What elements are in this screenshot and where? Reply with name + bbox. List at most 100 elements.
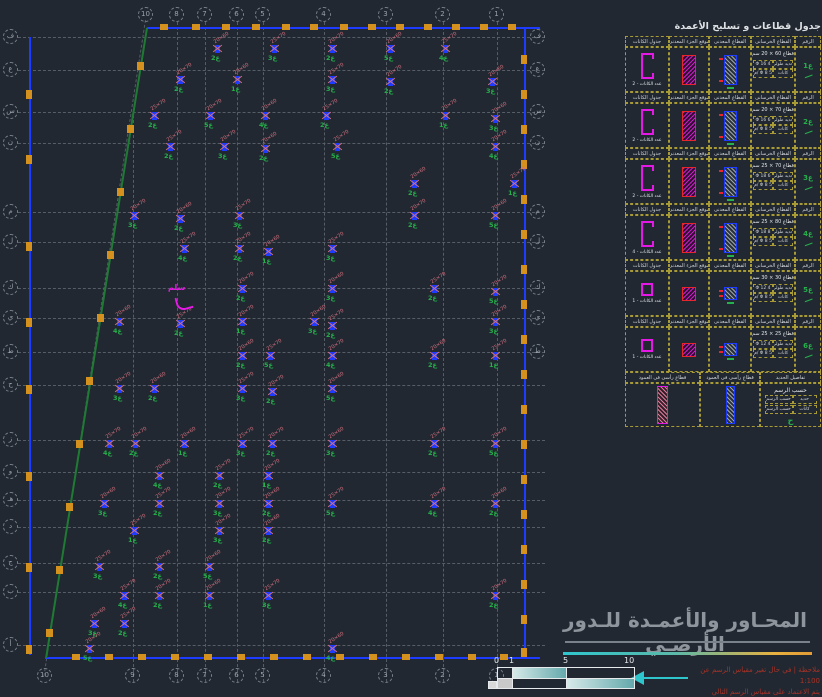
schedule-steel-location-cell[interactable] <box>669 271 709 316</box>
schedule-steel-section-cell[interactable] <box>709 271 751 316</box>
grid-bubble-right[interactable]: ي <box>530 310 545 325</box>
grid-bubble-top[interactable]: 5 <box>255 7 270 22</box>
boundary-column[interactable] <box>369 654 377 660</box>
grid-bubble-top[interactable]: 1 <box>489 7 504 22</box>
boundary-column[interactable] <box>138 654 146 660</box>
graphic-scale-bar[interactable] <box>497 667 635 689</box>
grid-bubble-top[interactable]: 6 <box>229 7 244 22</box>
grid-bubble-top[interactable]: 4 <box>316 7 331 22</box>
grid-bubble-right[interactable]: ف <box>530 29 545 44</box>
boundary-column[interactable] <box>127 125 134 133</box>
grid-bubble-left[interactable]: د <box>3 519 18 534</box>
schedule-steel-section-cell[interactable] <box>709 103 751 148</box>
special-concrete-elevation-cell[interactable] <box>625 383 700 427</box>
boundary-column[interactable] <box>521 370 527 379</box>
schedule-id-cell[interactable]: ع3 <box>795 159 821 204</box>
boundary-column[interactable] <box>500 654 508 660</box>
grid-bubble-bottom[interactable]: 8 <box>169 668 184 683</box>
grid-bubble-bottom[interactable]: 4 <box>316 668 331 683</box>
boundary-column[interactable] <box>521 545 527 554</box>
boundary-column[interactable] <box>26 645 32 654</box>
boundary-column[interactable] <box>368 24 376 30</box>
grid-bubble-left[interactable]: ع <box>3 62 18 77</box>
grid-bubble-right[interactable]: ك <box>530 280 545 295</box>
grid-bubble-left[interactable]: ز <box>3 432 18 447</box>
boundary-column[interactable] <box>310 24 318 30</box>
schedule-id-cell[interactable]: ع4 <box>795 215 821 260</box>
boundary-column[interactable] <box>521 230 527 239</box>
boundary-column[interactable] <box>26 472 32 481</box>
boundary-column[interactable] <box>237 654 245 660</box>
boundary-column[interactable] <box>26 90 32 99</box>
grid-bubble-left[interactable]: ك <box>3 280 18 295</box>
boundary-column[interactable] <box>340 24 348 30</box>
schedule-section-text-cell[interactable]: قطاع 70 × 20 سم حديد طولى 6 Φ 16 كانات 5 Φ 8… <box>751 103 795 148</box>
boundary-column[interactable] <box>137 62 144 70</box>
grid-bubble-bottom[interactable]: 6 <box>229 668 244 683</box>
special-steel-elevation-cell[interactable] <box>700 383 760 427</box>
grid-bubble-left[interactable]: ل <box>3 234 18 249</box>
grid-bubble-top[interactable]: 8 <box>169 7 184 22</box>
schedule-stirrup-cell[interactable]: عدد الكانات - 2 <box>625 47 669 92</box>
schedule-steel-location-cell[interactable] <box>669 327 709 372</box>
grid-bubble-bottom[interactable]: 5 <box>255 668 270 683</box>
schedule-section-text-cell[interactable]: قطاع 30 × 30 سم حديد طولى 4 Φ 12 كانات 5 Φ 8… <box>751 271 795 316</box>
boundary-column[interactable] <box>72 654 80 660</box>
boundary-column[interactable] <box>222 24 230 30</box>
grid-bubble-right[interactable]: س <box>530 104 545 119</box>
grid-bubble-top[interactable]: 2 <box>435 7 450 22</box>
boundary-column[interactable] <box>468 654 476 660</box>
boundary-column[interactable] <box>26 385 32 394</box>
boundary-column[interactable] <box>521 265 527 274</box>
grid-bubble-right[interactable]: ل <box>530 234 545 249</box>
grid-bubble-left[interactable]: و <box>3 464 18 479</box>
schedule-section-text-cell[interactable]: قطاع 25 × 25 سم حديد طولى 4 Φ 12 كانات 5 Φ 8… <box>751 327 795 372</box>
grid-bubble-left[interactable]: ب <box>3 584 18 599</box>
boundary-column[interactable] <box>521 615 527 624</box>
schedule-id-cell[interactable]: ع6 <box>795 327 821 372</box>
grid-bubble-bottom[interactable]: 10 <box>37 668 52 683</box>
boundary-column[interactable] <box>303 654 311 660</box>
schedule-stirrup-cell[interactable]: عدد الكانات - 1 <box>625 271 669 316</box>
boundary-column[interactable] <box>76 440 83 448</box>
boundary-column[interactable] <box>521 195 527 204</box>
schedule-steel-location-cell[interactable] <box>669 159 709 204</box>
boundary-column[interactable] <box>521 405 527 414</box>
schedule-stirrup-cell[interactable]: عدد الكانات - 2 <box>625 103 669 148</box>
boundary-column[interactable] <box>26 155 32 164</box>
boundary-column[interactable] <box>336 654 344 660</box>
boundary-column[interactable] <box>282 24 290 30</box>
boundary-column[interactable] <box>521 475 527 484</box>
boundary-column[interactable] <box>521 90 527 99</box>
boundary-column[interactable] <box>521 55 527 64</box>
schedule-id-cell[interactable]: ع5 <box>795 271 821 316</box>
boundary-column[interactable] <box>66 503 73 511</box>
grid-bubble-top[interactable]: 7 <box>197 7 212 22</box>
boundary-column[interactable] <box>521 300 527 309</box>
boundary-column[interactable] <box>521 125 527 134</box>
boundary-column[interactable] <box>424 24 432 30</box>
grid-bubble-left[interactable]: ن <box>3 135 18 150</box>
grid-bubble-left[interactable]: ي <box>3 310 18 325</box>
boundary-column[interactable] <box>521 510 527 519</box>
schedule-id-cell[interactable]: ع1 <box>795 47 821 92</box>
schedule-steel-section-cell[interactable] <box>709 327 751 372</box>
special-note-cell[interactable]: حسب الرسم حديد حسب الرسم كانات حسب الرسم ح <box>760 383 821 427</box>
grid-bubble-left[interactable]: هـ <box>3 492 18 507</box>
boundary-column[interactable] <box>521 580 527 589</box>
grid-bubble-left[interactable]: م <box>3 204 18 219</box>
stair-label[interactable]: سلم <box>168 283 185 292</box>
boundary-column[interactable] <box>402 654 410 660</box>
grid-bubble-top[interactable]: 10 <box>138 7 153 22</box>
boundary-column[interactable] <box>26 563 32 572</box>
grid-bubble-right[interactable]: ط <box>530 344 545 359</box>
grid-bubble-left[interactable]: ج <box>3 555 18 570</box>
boundary-column[interactable] <box>160 24 168 30</box>
boundary-column[interactable] <box>252 24 260 30</box>
schedule-steel-location-cell[interactable] <box>669 103 709 148</box>
schedule-section-text-cell[interactable]: قطاع 80 × 25 سم حديد طولى 8 Φ 18 كانات 5 Φ 8… <box>751 215 795 260</box>
boundary-column[interactable] <box>26 318 32 327</box>
schedule-steel-section-cell[interactable] <box>709 215 751 260</box>
schedule-steel-location-cell[interactable] <box>669 215 709 260</box>
grid-bubble-bottom[interactable]: 9 <box>125 668 140 683</box>
